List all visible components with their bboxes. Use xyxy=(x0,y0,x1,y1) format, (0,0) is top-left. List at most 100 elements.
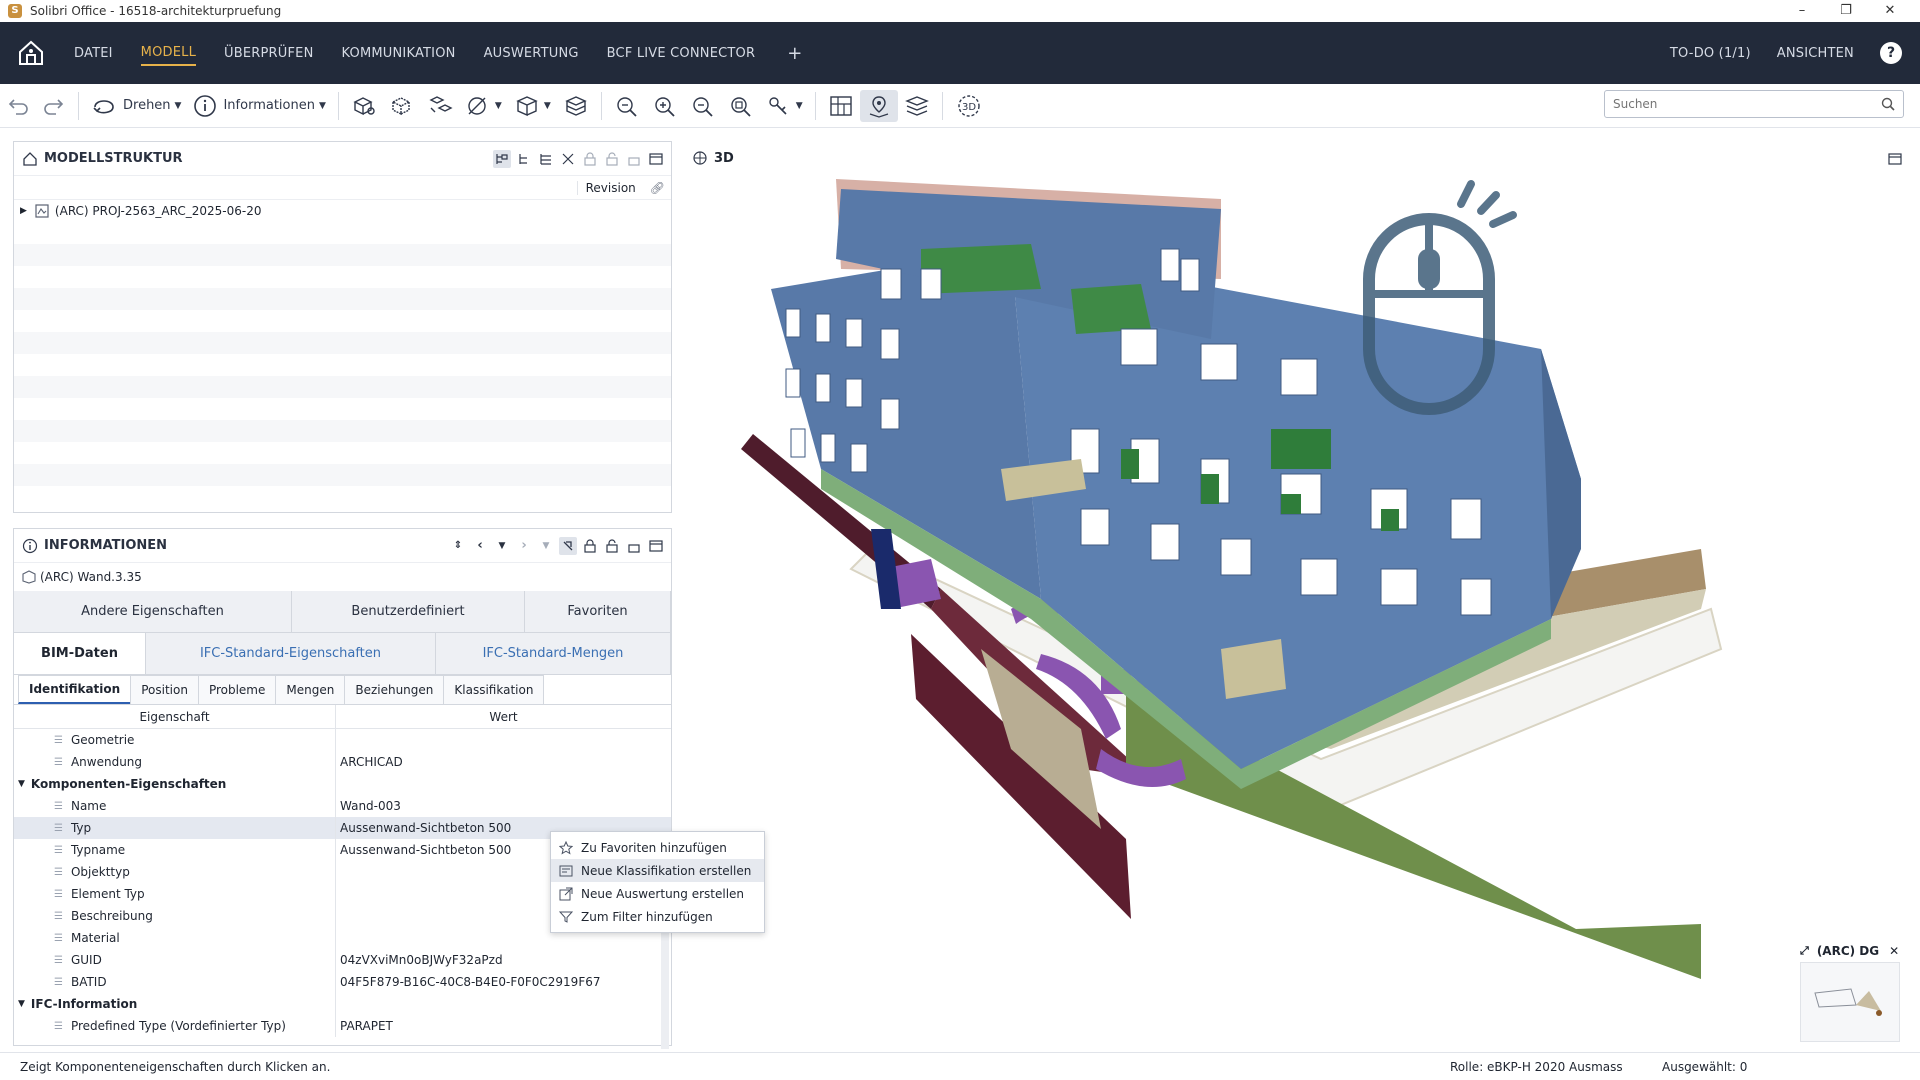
subtab-mengen[interactable]: Mengen xyxy=(275,675,346,704)
tab-favoriten[interactable]: Favoriten xyxy=(525,591,671,632)
home-icon[interactable] xyxy=(16,38,46,68)
viewer-menu-icon[interactable] xyxy=(1888,151,1902,170)
tree-view-icon[interactable] xyxy=(493,149,511,168)
sort-icon[interactable]: ⇕ xyxy=(449,537,467,555)
view-cube-dropdown[interactable]: ▼ xyxy=(508,90,557,122)
panel-menu-icon[interactable] xyxy=(647,150,665,168)
add-tab-button[interactable]: + xyxy=(787,43,802,64)
expand-icon[interactable]: ⤢ xyxy=(1800,944,1809,958)
redo-button[interactable] xyxy=(36,90,72,122)
pick-tool-dropdown[interactable]: ▼ xyxy=(760,90,809,122)
close-minimap-icon[interactable]: ✕ xyxy=(1889,944,1899,958)
subtab-klassifikation[interactable]: Klassifikation xyxy=(443,675,545,704)
subtab-position[interactable]: Position xyxy=(130,675,199,704)
menu-ueberpruefen[interactable]: ÜBERPRÜFEN xyxy=(224,42,313,65)
lock-icon[interactable] xyxy=(581,150,599,168)
tab-ifc-standard-eigenschaften[interactable]: IFC-Standard-Eigenschaften xyxy=(146,633,436,674)
minimap-view[interactable] xyxy=(1800,962,1900,1042)
forward-arrow-icon[interactable]: › xyxy=(515,537,533,555)
zoom-fit-button[interactable] xyxy=(608,90,646,122)
location-pin-icon xyxy=(869,95,888,118)
information-dropdown[interactable]: Informationen ▼ xyxy=(187,90,331,122)
minimize-button[interactable]: – xyxy=(1780,0,1824,22)
zoom-out-button[interactable] xyxy=(684,90,722,122)
property-group-row[interactable]: ▼ Komponenten-Eigenschaften xyxy=(14,773,671,795)
lock-icon[interactable] xyxy=(581,537,599,555)
menu-kommunikation[interactable]: KOMMUNIKATION xyxy=(342,42,456,65)
property-row[interactable]: ☰ Geometrie xyxy=(14,729,671,751)
chevron-down-icon: ▼ xyxy=(174,100,182,111)
forward-dropdown-icon[interactable]: ▼ xyxy=(537,537,555,555)
zoom-out-icon xyxy=(693,96,713,117)
menu-auswertung[interactable]: AUSWERTUNG xyxy=(484,42,579,65)
back-arrow-icon[interactable]: ‹ xyxy=(471,537,489,555)
history-dropdown-icon[interactable]: ▼ xyxy=(493,537,511,555)
menu-todo[interactable]: TO-DO (1/1) xyxy=(1670,42,1751,65)
floor-plan-button[interactable] xyxy=(822,90,860,122)
search-input[interactable] xyxy=(1605,91,1865,117)
property-name: Predefined Type (Vordefinierter Typ) xyxy=(70,1019,286,1033)
toolbar-separator xyxy=(78,91,79,120)
toolbar-separator xyxy=(600,91,602,120)
menu-datei[interactable]: DATEI xyxy=(74,42,113,65)
zoom-in-button[interactable] xyxy=(646,90,684,122)
subtab-identifikation[interactable]: Identifikation xyxy=(18,675,132,704)
ctx-add-to-filter[interactable]: Zum Filter hinzufügen xyxy=(551,905,764,928)
collapse-arrow-icon[interactable]: ▼ xyxy=(18,779,25,789)
hide-components-button[interactable] xyxy=(383,90,421,122)
maximize-button[interactable]: ❐ xyxy=(1824,0,1868,22)
layers-button[interactable] xyxy=(898,90,936,122)
filter-tree-icon[interactable] xyxy=(559,150,577,168)
property-row[interactable]: ☰ Name Wand-003 xyxy=(14,795,671,817)
isolate-components-button[interactable] xyxy=(421,90,459,122)
section-box-icon xyxy=(565,95,587,116)
tab-andere-eigenschaften[interactable]: Andere Eigenschaften xyxy=(14,591,292,632)
pin-selection-icon[interactable] xyxy=(559,536,577,555)
collapse-arrow-icon[interactable]: ▼ xyxy=(18,999,25,1009)
subtab-probleme[interactable]: Probleme xyxy=(197,675,277,704)
link-icon[interactable]: 🔗︎ xyxy=(644,181,671,195)
close-window-button[interactable]: ✕ xyxy=(1868,0,1912,22)
unlock-icon[interactable] xyxy=(603,537,621,555)
rotate-dropdown[interactable]: Drehen ▼ xyxy=(85,90,187,122)
lock-all-icon[interactable] xyxy=(625,150,643,168)
section-box-button[interactable] xyxy=(557,90,595,122)
expand-arrow-icon[interactable]: ▶ xyxy=(20,206,27,216)
search-icon[interactable] xyxy=(1881,97,1895,111)
property-row[interactable]: ☰ BATID 04F5F879-B16C-40C8-B4E0-F0F0C2919F… xyxy=(14,971,671,993)
property-lines-icon: ☰ xyxy=(54,932,63,944)
ctx-new-classification[interactable]: Neue Klassifikation erstellen xyxy=(551,859,764,882)
transparency-dropdown[interactable]: ▼ xyxy=(459,90,508,122)
undo-button[interactable] xyxy=(0,90,36,122)
menu-modell[interactable]: MODELL xyxy=(140,41,197,66)
property-row[interactable]: ☰ Anwendung ARCHICAD xyxy=(14,751,671,773)
zoom-selection-button[interactable] xyxy=(722,90,760,122)
tab-ifc-standard-mengen[interactable]: IFC-Standard-Mengen xyxy=(436,633,671,674)
property-name: IFC-Information xyxy=(30,997,138,1011)
tree-item-model[interactable]: ▶ (ARC) PROJ-2563_ARC_2025-06-20 xyxy=(14,200,671,222)
unlock-icon[interactable] xyxy=(603,150,621,168)
menu-ansichten[interactable]: ANSICHTEN xyxy=(1777,42,1854,65)
property-group-row[interactable]: ▼ IFC-Information xyxy=(14,993,671,1015)
menu-bcf-live-connector[interactable]: BCF LIVE CONNECTOR xyxy=(607,42,756,65)
property-row[interactable]: ☰ GUID 04zVXviMn0oBJWyF32aPzd xyxy=(14,949,671,971)
building-model-render[interactable] xyxy=(681,129,1920,1052)
location-view-button[interactable] xyxy=(859,89,898,122)
3d-settings-button[interactable]: 3D xyxy=(949,90,989,122)
ctx-add-to-favorites[interactable]: Zu Favoriten hinzufügen xyxy=(551,836,764,859)
col-header-value[interactable]: Wert xyxy=(336,705,671,728)
help-button[interactable]: ? xyxy=(1880,42,1902,64)
show-components-button[interactable] xyxy=(345,90,383,122)
3d-viewer[interactable] xyxy=(681,129,1920,1052)
property-row[interactable]: ☰ Predefined Type (Vordefinierter Typ) PAR… xyxy=(14,1015,671,1037)
tab-bim-daten[interactable]: BIM-Daten xyxy=(14,633,146,674)
status-role[interactable]: Rolle: eBKP-H 2020 Ausmass xyxy=(1450,1060,1623,1074)
lock-all-icon[interactable] xyxy=(625,537,643,555)
tab-benutzerdefiniert[interactable]: Benutzerdefiniert xyxy=(292,591,525,632)
ctx-new-report[interactable]: Neue Auswertung erstellen xyxy=(551,882,764,905)
panel-menu-icon[interactable] xyxy=(647,537,665,555)
subtab-beziehungen[interactable]: Beziehungen xyxy=(344,675,445,704)
spatial-view-icon[interactable] xyxy=(537,150,555,168)
hierarchy-view-icon[interactable] xyxy=(515,150,533,168)
col-header-property[interactable]: Eigenschaft xyxy=(14,705,336,728)
